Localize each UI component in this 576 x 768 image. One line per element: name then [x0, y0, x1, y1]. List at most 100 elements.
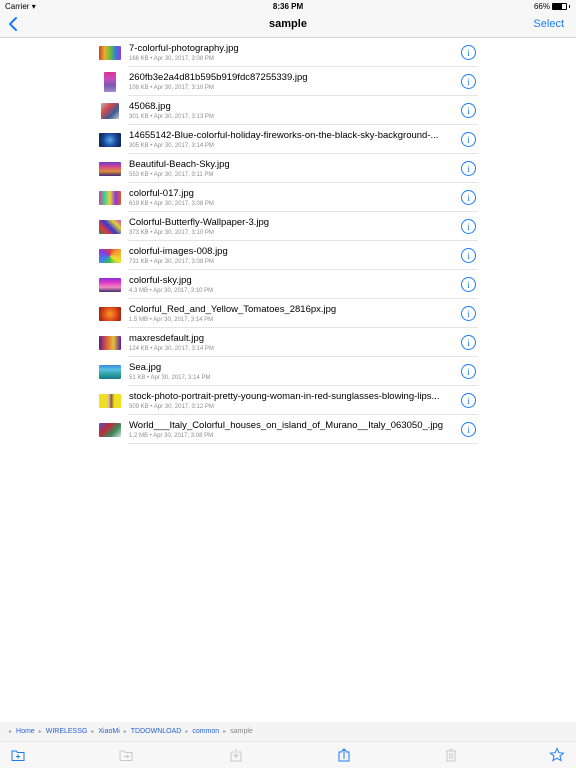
info-icon[interactable]: i	[461, 161, 476, 176]
folder-plus-icon[interactable]	[10, 747, 26, 763]
share-icon[interactable]	[336, 747, 352, 763]
chevron-right-icon: ▸	[223, 729, 227, 735]
battery-icon	[552, 3, 567, 10]
file-thumbnail	[99, 132, 121, 147]
breadcrumb-item[interactable]: XiaoMi	[98, 728, 119, 735]
file-row[interactable]: colorful-sky.jpg 4.3 MB • Apr 30, 2017, 3…	[96, 270, 478, 299]
file-meta: 305 KB • Apr 30, 2017, 3:14 PM	[129, 142, 214, 149]
chevron-right-icon: ▸	[185, 729, 189, 735]
file-text: stock-photo-portrait-pretty-young-woman-…	[129, 391, 455, 411]
info-icon[interactable]: i	[461, 277, 476, 292]
file-thumbnail	[99, 422, 121, 437]
file-text: 260fb3e2a4d81b595b919fdc87255339.jpg 108 …	[129, 72, 455, 92]
breadcrumb-item[interactable]: TDDOWNLOAD	[131, 728, 182, 735]
file-text: 45068.jpg 301 KB • Apr 30, 2017, 3:13 PM	[129, 101, 455, 121]
file-thumbnail	[99, 364, 121, 379]
file-text: maxresdefault.jpg 124 KB • Apr 30, 2017, …	[129, 333, 455, 353]
file-list: 7-colorful-photography.jpg 166 KB • Apr 3…	[96, 38, 478, 444]
file-text: Colorful-Butterfly-Wallpaper-3.jpg 373 KB…	[129, 217, 455, 237]
file-text: Sea.jpg 51 KB • Apr 30, 2017, 3:14 PM	[129, 362, 455, 382]
file-row[interactable]: 260fb3e2a4d81b595b919fdc87255339.jpg 108 …	[96, 67, 478, 96]
info-icon[interactable]: i	[461, 219, 476, 234]
breadcrumb-item[interactable]: Home	[16, 728, 35, 735]
file-text: Colorful_Red_and_Yellow_Tomatoes_2816px.…	[129, 304, 455, 324]
info-icon[interactable]: i	[461, 306, 476, 321]
trash-icon	[446, 749, 456, 762]
breadcrumb: ▸ Home ▸ WIRELESSG ▸ XiaoMi ▸ TDDOWNLOAD ▸ common…	[0, 722, 576, 742]
battery-indicator: 66%	[534, 2, 570, 11]
file-text: colorful-sky.jpg 4.3 MB • Apr 30, 2017, 3…	[129, 275, 455, 295]
folder-move-icon	[119, 750, 133, 761]
breadcrumb-item[interactable]: WIRELESSG	[46, 728, 88, 735]
file-meta: 4.3 MB • Apr 30, 2017, 3:10 PM	[129, 287, 214, 294]
select-button[interactable]: Select	[533, 18, 564, 30]
chevron-right-icon: ▸	[9, 729, 13, 735]
file-row[interactable]: Sea.jpg 51 KB • Apr 30, 2017, 3:14 PM i	[96, 357, 478, 386]
file-name: colorful-sky.jpg	[129, 274, 192, 286]
info-icon[interactable]: i	[461, 364, 476, 379]
file-row[interactable]: maxresdefault.jpg 124 KB • Apr 30, 2017, …	[96, 328, 478, 357]
info-icon[interactable]: i	[461, 45, 476, 60]
file-thumbnail	[104, 71, 116, 92]
info-icon[interactable]: i	[461, 103, 476, 118]
file-name: colorful-017.jpg	[129, 187, 194, 199]
file-meta: 373 KB • Apr 30, 2017, 3:10 PM	[129, 229, 214, 236]
file-row[interactable]: Colorful-Butterfly-Wallpaper-3.jpg 373 KB…	[96, 212, 478, 241]
file-meta: 301 KB • Apr 30, 2017, 3:13 PM	[129, 113, 214, 120]
file-thumbnail	[99, 393, 121, 408]
file-row[interactable]: 7-colorful-photography.jpg 166 KB • Apr 3…	[96, 38, 478, 67]
file-name: colorful-images-008.jpg	[129, 245, 228, 257]
chevron-right-icon: ▸	[123, 729, 127, 735]
file-thumbnail	[99, 45, 121, 60]
file-meta: 166 KB • Apr 30, 2017, 3:08 PM	[129, 55, 214, 62]
info-icon[interactable]: i	[461, 74, 476, 89]
file-row[interactable]: stock-photo-portrait-pretty-young-woman-…	[96, 386, 478, 415]
bottom-toolbar	[0, 742, 576, 768]
file-row[interactable]: Beautiful-Beach-Sky.jpg 553 KB • Apr 30, …	[96, 154, 478, 183]
file-text: colorful-017.jpg 619 KB • Apr 30, 2017, 3…	[129, 188, 455, 208]
file-thumbnail	[101, 102, 119, 119]
file-row[interactable]: World___Italy_Colorful_houses_on_island_…	[96, 415, 478, 444]
file-meta: 108 KB • Apr 30, 2017, 3:10 PM	[129, 84, 214, 91]
file-text: Beautiful-Beach-Sky.jpg 553 KB • Apr 30, …	[129, 159, 455, 179]
row-separator	[128, 443, 478, 444]
info-icon[interactable]: i	[461, 248, 476, 263]
file-meta: 1.2 MB • Apr 30, 2017, 3:08 PM	[129, 432, 214, 439]
file-row[interactable]: colorful-images-008.jpg 731 KB • Apr 30, …	[96, 241, 478, 270]
file-name: Beautiful-Beach-Sky.jpg	[129, 158, 230, 170]
breadcrumb-item[interactable]: common	[192, 728, 219, 735]
file-meta: 124 KB • Apr 30, 2017, 3:14 PM	[129, 345, 214, 352]
file-meta: 619 KB • Apr 30, 2017, 3:08 PM	[129, 200, 214, 207]
file-name: 45068.jpg	[129, 100, 171, 112]
file-thumbnail	[99, 335, 121, 350]
file-row[interactable]: 45068.jpg 301 KB • Apr 30, 2017, 3:13 PM i	[96, 96, 478, 125]
file-name: Colorful-Butterfly-Wallpaper-3.jpg	[129, 216, 270, 228]
file-name: stock-photo-portrait-pretty-young-woman-…	[129, 390, 440, 402]
file-text: World___Italy_Colorful_houses_on_island_…	[129, 420, 455, 440]
file-thumbnail	[99, 277, 121, 292]
file-row[interactable]: colorful-017.jpg 619 KB • Apr 30, 2017, 3…	[96, 183, 478, 212]
file-thumbnail	[99, 219, 121, 234]
clock: 8:36 PM	[272, 2, 304, 11]
breadcrumb-item: sample	[230, 728, 253, 735]
info-icon[interactable]: i	[461, 335, 476, 350]
chevron-right-icon: ▸	[91, 729, 95, 735]
file-meta: 51 KB • Apr 30, 2017, 3:14 PM	[129, 374, 211, 381]
file-row[interactable]: 14655142-Blue-colorful-holiday-fireworks…	[96, 125, 478, 154]
file-name: 7-colorful-photography.jpg	[129, 42, 239, 54]
file-thumbnail	[99, 306, 121, 321]
navigation-bar: sample Select	[0, 12, 576, 38]
file-thumbnail	[99, 161, 121, 176]
file-name: 14655142-Blue-colorful-holiday-fireworks…	[129, 129, 439, 141]
info-icon[interactable]: i	[461, 132, 476, 147]
info-icon[interactable]: i	[461, 422, 476, 437]
page-title: sample	[269, 18, 307, 30]
file-name: Sea.jpg	[129, 361, 162, 373]
info-icon[interactable]: i	[461, 190, 476, 205]
info-icon[interactable]: i	[461, 393, 476, 408]
file-meta: 1.5 MB • Apr 30, 2017, 3:14 PM	[129, 316, 214, 323]
file-row[interactable]: Colorful_Red_and_Yellow_Tomatoes_2816px.…	[96, 299, 478, 328]
star-icon[interactable]	[549, 747, 565, 763]
file-meta: 553 KB • Apr 30, 2017, 3:11 PM	[129, 171, 214, 178]
file-text: colorful-images-008.jpg 731 KB • Apr 30, …	[129, 246, 455, 266]
